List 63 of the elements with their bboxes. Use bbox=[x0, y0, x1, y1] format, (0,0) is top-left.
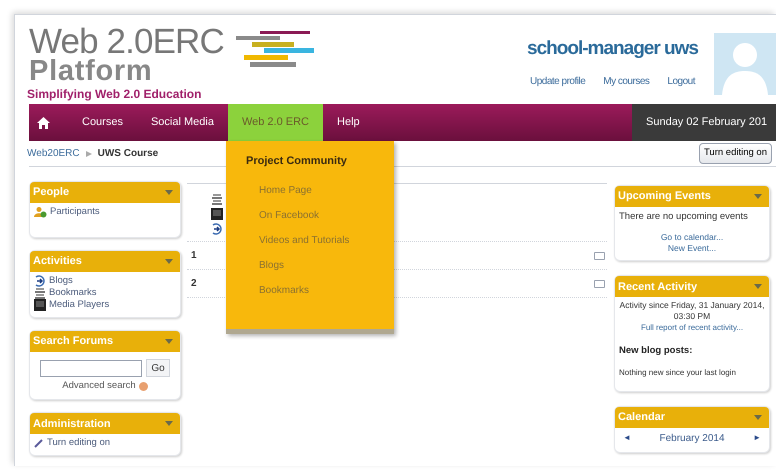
block-title: Calendar bbox=[618, 410, 666, 425]
bookmark-icon bbox=[34, 288, 46, 298]
collapse-icon[interactable] bbox=[594, 280, 605, 288]
section-number: 2 bbox=[191, 277, 197, 291]
no-posts-message: Nothing new since your last login bbox=[619, 366, 737, 378]
people-icon bbox=[34, 206, 47, 218]
events-message: There are no upcoming events bbox=[619, 210, 749, 224]
nav-tab[interactable]: Courses bbox=[68, 104, 137, 141]
block-title: Upcoming Events bbox=[618, 189, 712, 204]
blog-posts-heading: New blog posts: bbox=[619, 344, 694, 358]
home-icon bbox=[37, 116, 50, 128]
recent-report-link[interactable]: Full report of recent activity... bbox=[619, 322, 765, 334]
pencil-icon bbox=[34, 438, 44, 448]
user-name: school-manager uws bbox=[527, 37, 698, 61]
collapse-icon[interactable] bbox=[165, 259, 173, 264]
breadcrumb-item[interactable]: Web20ERC bbox=[27, 146, 80, 161]
logo-subtitle: Platform bbox=[29, 57, 154, 85]
activity-since-text: Activity since Friday, 31 January 2014, 03:30 PM bbox=[619, 300, 765, 322]
calendar-link[interactable]: New Event... bbox=[619, 243, 765, 254]
block-title: Recent Activity bbox=[618, 280, 698, 294]
block-title: Search Forums bbox=[33, 334, 114, 350]
user-link[interactable]: Update profile bbox=[530, 74, 586, 88]
help-icon[interactable] bbox=[138, 382, 148, 391]
collapse-icon[interactable] bbox=[165, 339, 173, 344]
collapse-icon[interactable] bbox=[754, 414, 762, 420]
search-field[interactable] bbox=[40, 360, 142, 376]
block-link[interactable]: Participants bbox=[50, 206, 100, 218]
collapse-icon[interactable] bbox=[754, 284, 762, 290]
blog-icon bbox=[34, 275, 46, 287]
media-player-icon bbox=[34, 299, 46, 311]
nav-tab[interactable]: Social Media bbox=[136, 104, 228, 141]
bookmark-icon bbox=[211, 194, 223, 205]
collapse-icon[interactable] bbox=[165, 421, 173, 426]
block-link[interactable]: Blogs bbox=[49, 275, 73, 287]
previous-month-link[interactable]: ◄ bbox=[623, 432, 631, 444]
turn-editing-button[interactable]: Turn editing on bbox=[698, 143, 772, 164]
nav-tab[interactable]: Help bbox=[323, 104, 374, 141]
block-title: Activities bbox=[33, 254, 83, 270]
menu-heading: Project Community bbox=[245, 154, 348, 169]
month-title: February 2014 bbox=[659, 432, 725, 446]
tagline: Simplifying Web 2.0 Education bbox=[27, 86, 202, 103]
block-title: Administration bbox=[33, 416, 112, 432]
media-player-icon bbox=[211, 208, 223, 220]
user-link[interactable]: Logout bbox=[667, 74, 695, 88]
block-link[interactable]: Media Players bbox=[49, 299, 110, 311]
next-month-link[interactable]: ► bbox=[753, 432, 761, 444]
section-number: 1 bbox=[191, 249, 197, 263]
block-link[interactable]: Turn editing on bbox=[47, 437, 110, 450]
advanced-search-link[interactable]: Advanced search bbox=[62, 379, 136, 394]
blog-icon bbox=[211, 223, 223, 235]
date-display: Sunday 02 February 201 bbox=[632, 104, 776, 141]
calendar-link[interactable]: Go to calendar... bbox=[619, 232, 765, 244]
block-link[interactable]: Bookmarks bbox=[49, 287, 97, 299]
collapse-icon[interactable] bbox=[754, 194, 762, 199]
collapse-icon[interactable] bbox=[165, 190, 173, 195]
separator-icon bbox=[86, 150, 92, 156]
logo-title: Web 2.0ERC bbox=[29, 27, 224, 57]
user-link[interactable]: My courses bbox=[603, 74, 650, 88]
collapse-icon[interactable] bbox=[594, 252, 605, 260]
go-button[interactable]: Go bbox=[146, 359, 170, 377]
nav-tab[interactable]: Web 2.0 ERC bbox=[228, 104, 324, 141]
block-title: People bbox=[33, 185, 70, 200]
breadcrumb-item: UWS Course bbox=[98, 147, 158, 161]
